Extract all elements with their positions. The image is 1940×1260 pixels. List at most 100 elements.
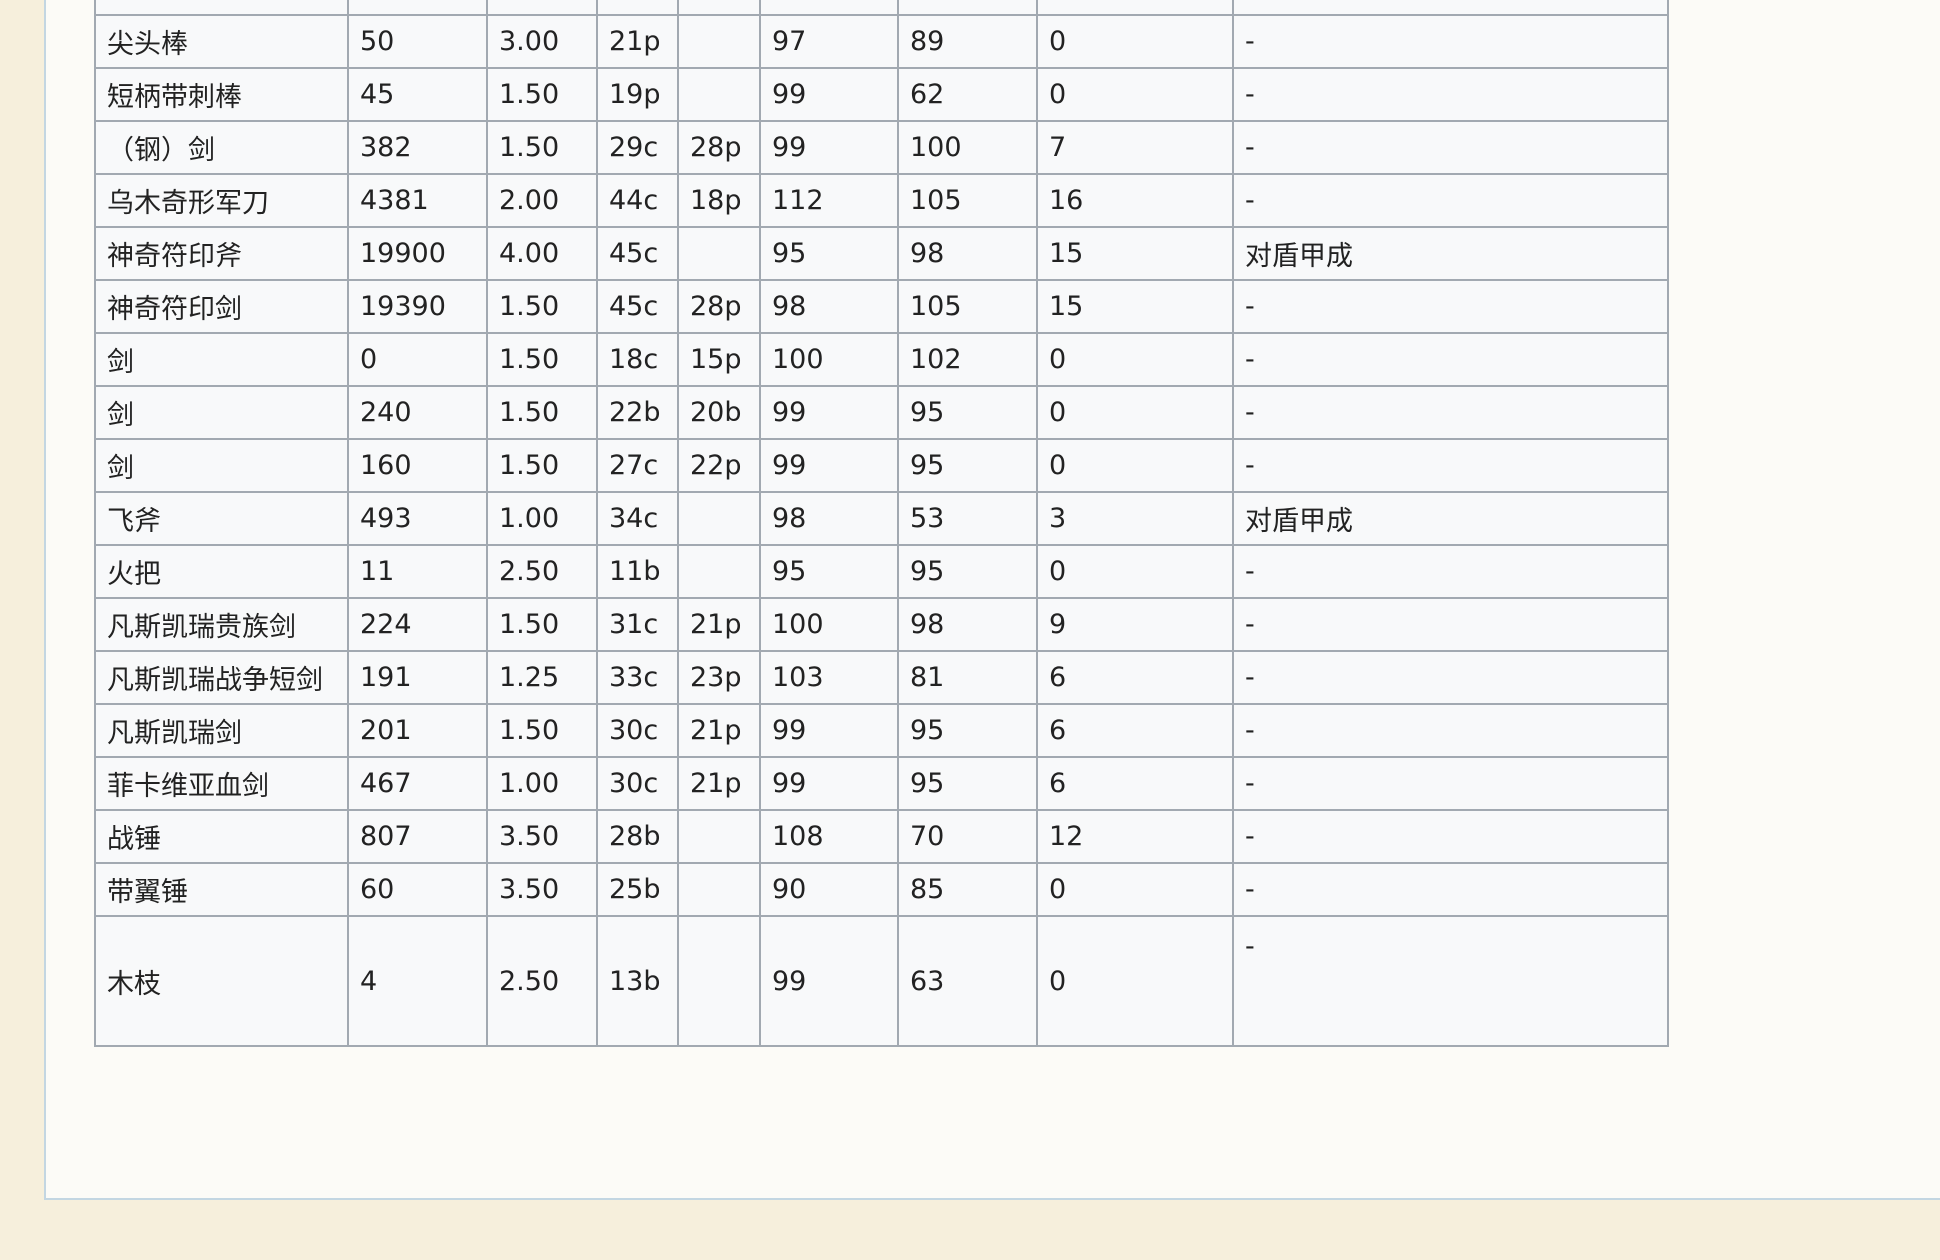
table-cell-note: - — [1232, 809, 1669, 864]
table-cell-dmg2 — [677, 67, 761, 122]
table-cell-reach: 98 — [897, 597, 1038, 652]
table-cell-reach: 62 — [897, 67, 1038, 122]
table-cell-note: - — [1232, 14, 1669, 69]
table-cell-dmg2 — [677, 862, 761, 917]
table-row: 飞斧 493 1.00 34c 98 53 3 对盾甲成 — [94, 491, 1669, 546]
table-cell-reach: 105 — [897, 279, 1038, 334]
table-cell-weight: 2.50 — [486, 915, 598, 1047]
table-cell-armor: 6 — [1036, 650, 1234, 705]
table-cell-dmg1: 28b — [596, 809, 679, 864]
table-cell-speed: 98 — [759, 279, 899, 334]
table-cell-reach: 95 — [897, 756, 1038, 811]
table-cell-dmg1: 18c — [596, 332, 679, 387]
table-cell-weight: 2.00 — [486, 173, 598, 228]
table-cell-weight: 3.50 — [486, 862, 598, 917]
table-cell-price: 11 — [347, 544, 488, 599]
table-cell-price: 4 — [347, 915, 488, 1047]
table-cell-dmg1: 11b — [596, 544, 679, 599]
table-cell-dmg1: 21p — [596, 14, 679, 69]
table-cell-reach: 95 — [897, 544, 1038, 599]
table-cell-name: 凡斯凯瑞剑 — [94, 703, 349, 758]
table-row: 乌木奇形军刀 4381 2.00 44c 18p 112 105 16- — [94, 173, 1669, 228]
table-cell-weight: 1.50 — [486, 385, 598, 440]
table-row: 剑 240 1.50 22b 20b 99 95 0- — [94, 385, 1669, 440]
table-cell-speed: 98 — [759, 491, 899, 546]
table-cell-reach: 53 — [897, 491, 1038, 546]
table-cell-price: 224 — [347, 597, 488, 652]
table-cell-price: 160 — [347, 438, 488, 493]
table-cell-dmg1: 30c — [596, 756, 679, 811]
table-cell-dmg2 — [677, 809, 761, 864]
table-cell-name — [94, 0, 349, 16]
table-cell-name: 神奇符印剑 — [94, 279, 349, 334]
table-cell-reach: 95 — [897, 438, 1038, 493]
table-cell-armor: 0 — [1036, 915, 1234, 1047]
table-cell-speed: 99 — [759, 756, 899, 811]
table-cell-reach — [897, 0, 1038, 16]
table-cell-dmg1: 29c — [596, 120, 679, 175]
table-cell-dmg2 — [677, 0, 761, 16]
table-cell-dmg2 — [677, 226, 761, 281]
table-row: 带翼锤 60 3.50 25b 90 85 0- — [94, 862, 1669, 917]
table-cell-dmg1: 45c — [596, 226, 679, 281]
table-cell-dmg1: 31c — [596, 597, 679, 652]
table-cell-dmg2: 21p — [677, 756, 761, 811]
table-cell-price: 0 — [347, 332, 488, 387]
table-cell-speed: 99 — [759, 385, 899, 440]
table-cell-weight: 2.50 — [486, 544, 598, 599]
table-cell-dmg1: 33c — [596, 650, 679, 705]
table-cell-dmg2 — [677, 544, 761, 599]
table-cell-name: 剑 — [94, 438, 349, 493]
table-cell-note: - — [1232, 438, 1669, 493]
table-cell-speed: 99 — [759, 438, 899, 493]
table-cell-name: 剑 — [94, 385, 349, 440]
table-cell-speed: 97 — [759, 14, 899, 69]
table-cell-armor: 15 — [1036, 279, 1234, 334]
table-cell-speed: 103 — [759, 650, 899, 705]
table-row: 剑 0 1.50 18c 15p 100 102 0- — [94, 332, 1669, 387]
table-cell-dmg2: 28p — [677, 279, 761, 334]
table-cell-weight: 3.50 — [486, 809, 598, 864]
table-cell-price: 807 — [347, 809, 488, 864]
table-cell-reach: 98 — [897, 226, 1038, 281]
table-row: 尖头棒 50 3.00 21p 97 89 0- — [94, 14, 1669, 69]
table-cell-dmg2: 18p — [677, 173, 761, 228]
table-row: 神奇符印斧 19900 4.00 45c 95 98 15 对盾甲成 — [94, 226, 1669, 281]
table-cell-speed: 95 — [759, 226, 899, 281]
table-cell-note: 对盾甲成 — [1232, 226, 1669, 281]
table-cell-note: - — [1232, 332, 1669, 387]
table-cell-dmg1: 27c — [596, 438, 679, 493]
table-cell-armor: 3 — [1036, 491, 1234, 546]
table-row: 神奇符印剑 19390 1.50 45c 28p 98 105 15- — [94, 279, 1669, 334]
table-cell-armor: 0 — [1036, 438, 1234, 493]
table-cell-name: 飞斧 — [94, 491, 349, 546]
table-cell-armor: 12 — [1036, 809, 1234, 864]
table-cell-price: 240 — [347, 385, 488, 440]
table-cell-dmg1: 22b — [596, 385, 679, 440]
table-cell-weight: 1.50 — [486, 120, 598, 175]
table-cell-armor: 0 — [1036, 385, 1234, 440]
table-row: 凡斯凯瑞剑 201 1.50 30c 21p 99 95 6- — [94, 703, 1669, 758]
table-cell-price: 19900 — [347, 226, 488, 281]
table-cell-weight: 1.00 — [486, 491, 598, 546]
table-cell-note: - — [1232, 650, 1669, 705]
table-row: 火把 11 2.50 11b 95 95 0- — [94, 544, 1669, 599]
table-cell-armor: 0 — [1036, 862, 1234, 917]
table-cell-dmg2: 21p — [677, 597, 761, 652]
table-cell-dmg2: 20b — [677, 385, 761, 440]
table-cell-name: 带翼锤 — [94, 862, 349, 917]
table-cell-price: 493 — [347, 491, 488, 546]
table-cell-dmg1: 13b — [596, 915, 679, 1047]
table-cell-note — [1232, 0, 1669, 16]
weapon-table-body: 尖头棒 50 3.00 21p 97 89 0- 短柄带刺棒 45 1.50 19p 99 62 0- （钢… — [94, 0, 1669, 1047]
table-cell-reach: 63 — [897, 915, 1038, 1047]
table-cell-speed: 100 — [759, 332, 899, 387]
table-cell-armor: 9 — [1036, 597, 1234, 652]
table-cell-dmg1: 19p — [596, 67, 679, 122]
table-cell-armor: 0 — [1036, 14, 1234, 69]
table-cell-weight: 1.50 — [486, 703, 598, 758]
table-cell-armor: 15 — [1036, 226, 1234, 281]
table-cell-note: - — [1232, 544, 1669, 599]
table-cell-price: 45 — [347, 67, 488, 122]
table-cell-name: 菲卡维亚血剑 — [94, 756, 349, 811]
